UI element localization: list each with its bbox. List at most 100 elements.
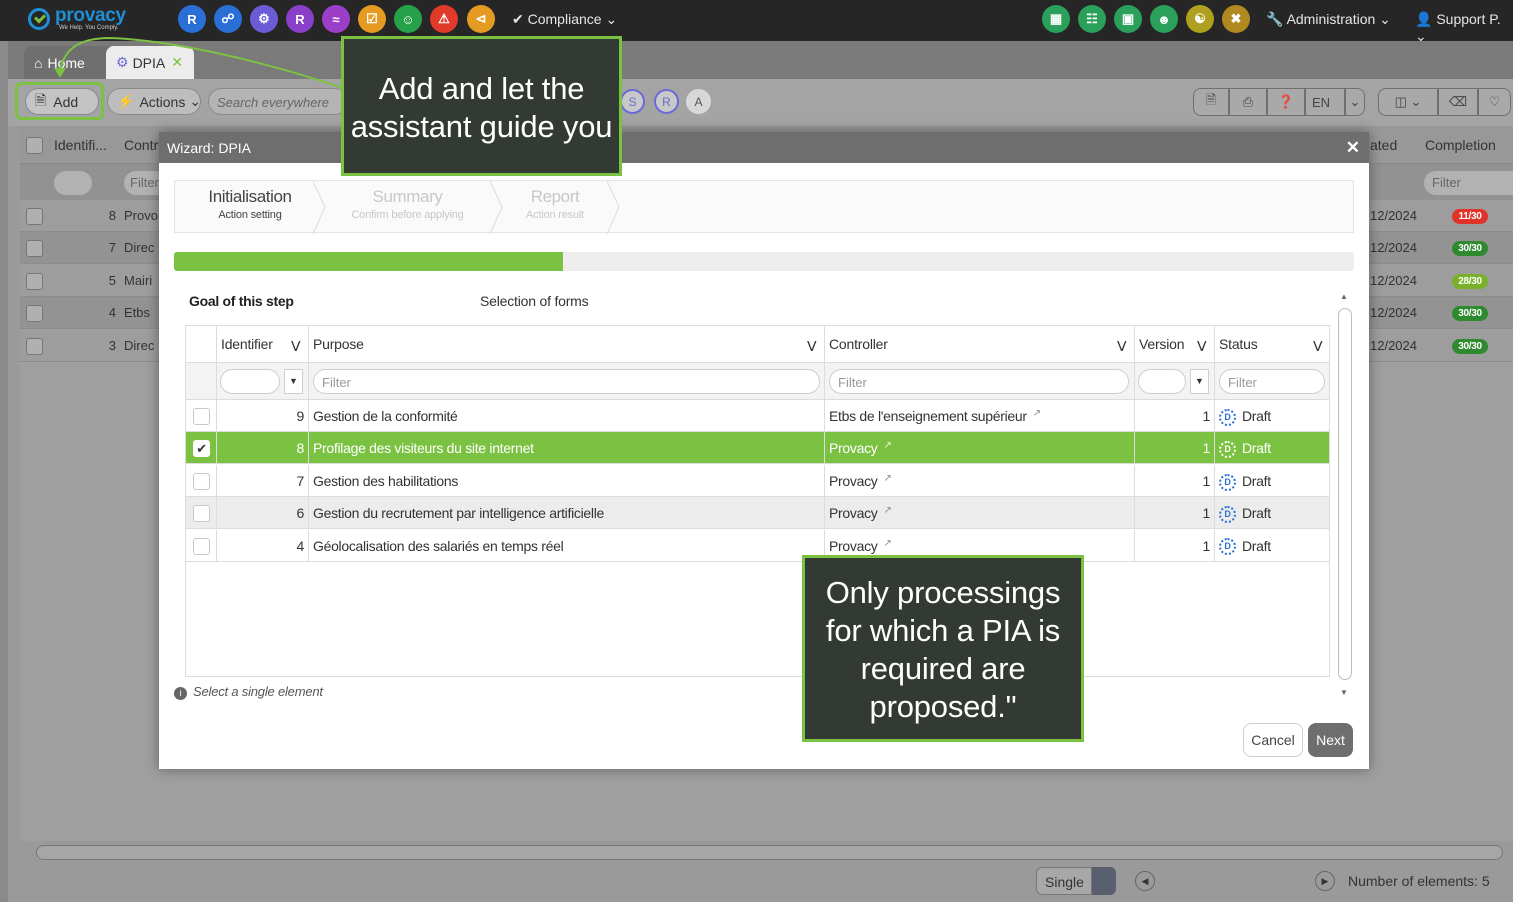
help-button[interactable]: ❓ xyxy=(1267,88,1305,116)
support-user-menu[interactable]: 👤 Support P. ⌄ xyxy=(1415,11,1513,45)
header-controller[interactable]: Contr xyxy=(124,137,158,153)
filter-circle-r[interactable]: R xyxy=(654,89,679,114)
identifier-filter-dropdown[interactable]: ▼ xyxy=(284,369,303,394)
version-filter-input[interactable] xyxy=(1138,369,1186,394)
mode-toggle[interactable] xyxy=(1092,867,1116,895)
external-link-icon[interactable]: ↗ xyxy=(883,440,891,451)
favorite-button[interactable]: ♡ xyxy=(1478,88,1511,116)
filter-icon[interactable]: ᐯ xyxy=(1117,338,1129,354)
header-completion[interactable]: Completion xyxy=(1425,137,1496,153)
org-chart-icon[interactable]: ☷ xyxy=(1078,5,1106,33)
app-icon-gear-icon[interactable]: ⚙ xyxy=(250,5,278,33)
external-link-icon[interactable]: ↗ xyxy=(883,538,891,549)
app-icon-user-icon[interactable]: ☺ xyxy=(394,5,422,33)
row-controller[interactable]: Provacy xyxy=(829,538,878,554)
app-icon-shield-icon[interactable]: ⚠ xyxy=(430,5,458,33)
tab-dpia-label: DPIA xyxy=(132,54,166,71)
filter-icon[interactable]: ᐯ xyxy=(1313,338,1325,354)
row-checkbox[interactable] xyxy=(26,337,43,355)
filter-icon[interactable]: ᐯ xyxy=(291,338,303,354)
id-filter-input[interactable] xyxy=(54,171,92,195)
people-icon[interactable]: ☯ xyxy=(1186,5,1214,33)
app-icon-letter-r[interactable]: R xyxy=(286,5,314,33)
row-checkbox[interactable] xyxy=(26,305,43,323)
building-icon[interactable]: ▦ xyxy=(1042,5,1070,33)
controller-filter-input[interactable]: Filter xyxy=(829,369,1129,394)
col-version[interactable]: Version ᐯ xyxy=(1135,326,1215,363)
header-updated[interactable]: ated xyxy=(1370,137,1397,153)
filter-circle-a[interactable]: A xyxy=(686,89,711,114)
status-filter-input[interactable]: Filter xyxy=(1219,369,1325,394)
table-row[interactable]: ✔ 8 Profilage des visiteurs du site intern… xyxy=(186,432,1329,465)
header-identifier[interactable]: Identifi... xyxy=(54,137,107,153)
row-controller[interactable]: Etbs de l'enseignement supérieur xyxy=(829,408,1027,424)
row-checkbox[interactable] xyxy=(193,408,210,425)
left-collapse-strip[interactable] xyxy=(0,41,8,902)
row-checkbox[interactable] xyxy=(26,208,43,225)
single-mode-button[interactable]: Single xyxy=(1036,867,1092,895)
horizontal-scrollbar[interactable] xyxy=(36,845,1503,860)
row-controller[interactable]: Provacy xyxy=(829,473,878,489)
app-icon-checklist-icon[interactable]: ☑ xyxy=(358,5,386,33)
row-controller[interactable]: Provacy xyxy=(829,440,878,456)
previous-page-icon[interactable]: ◀ xyxy=(1135,871,1155,891)
table-row[interactable]: 9 Gestion de la conformité Etbs de l'ensei… xyxy=(186,400,1329,432)
row-checkbox[interactable] xyxy=(26,272,43,290)
language-select[interactable]: EN xyxy=(1305,88,1345,116)
table-row[interactable]: 6 Gestion du recrutement par intelligence… xyxy=(186,497,1329,530)
scroll-thumb[interactable] xyxy=(1338,308,1352,680)
table-row[interactable]: 7 Gestion des habilitations Provacy ↗ 1 D Draf… xyxy=(186,464,1329,497)
filter-icon[interactable]: ᐯ xyxy=(1197,338,1209,354)
close-icon[interactable]: ✕ xyxy=(1346,138,1360,158)
office-icon[interactable]: ▣ xyxy=(1114,5,1142,33)
row-status-cell: D Draft xyxy=(1215,432,1329,464)
team-icon[interactable]: ☻ xyxy=(1150,5,1178,33)
completion-filter-input[interactable]: Filter xyxy=(1424,171,1513,195)
search-input[interactable]: Search everywhere xyxy=(208,88,348,115)
app-icon-share-icon[interactable]: ⊲ xyxy=(467,5,495,33)
row-checkbox[interactable] xyxy=(193,505,210,523)
close-tab-icon[interactable]: ✕ xyxy=(171,54,183,71)
row-controller[interactable]: Provacy xyxy=(829,505,878,521)
external-link-icon[interactable]: ↗ xyxy=(1033,408,1041,419)
eraser-button[interactable]: ⌫ xyxy=(1438,88,1478,116)
col-controller[interactable]: Controller ᐯ xyxy=(825,326,1135,363)
print-button[interactable]: ⎙ xyxy=(1229,88,1267,116)
export-excel-button[interactable]: 🗎 xyxy=(1193,88,1229,116)
filter-circle-s[interactable]: S xyxy=(620,89,645,114)
controller-filter-input[interactable]: Filter xyxy=(124,171,164,195)
actions-button[interactable]: ⚡ Actions ⌄ xyxy=(107,88,201,115)
app-icon-handshake-icon[interactable]: ≈ xyxy=(322,5,350,33)
external-link-icon[interactable]: ↗ xyxy=(883,505,891,516)
identifier-filter-input[interactable] xyxy=(220,369,280,394)
row-checkbox[interactable] xyxy=(193,472,210,490)
row-checkbox[interactable] xyxy=(26,240,43,258)
purpose-filter-input[interactable]: Filter xyxy=(313,369,820,394)
row-checkbox[interactable]: ✔ xyxy=(193,440,210,458)
administration-menu[interactable]: 🔧 Administration ⌄ xyxy=(1266,11,1391,28)
tools-icon[interactable]: ✖ xyxy=(1222,5,1250,33)
app-icon-letter-r[interactable]: R xyxy=(178,5,206,33)
table-row[interactable]: 4 Géolocalisation des salariés en temps r… xyxy=(186,529,1329,562)
layout-button[interactable]: ◫ ⌄ xyxy=(1378,88,1438,116)
app-icon-network-icon[interactable]: ☍ xyxy=(214,5,242,33)
col-identifier[interactable]: Identifier ᐯ xyxy=(217,326,309,363)
external-link-icon[interactable]: ↗ xyxy=(883,473,891,484)
scroll-down-icon[interactable]: ▼ xyxy=(1340,688,1348,697)
next-button[interactable]: Next xyxy=(1308,723,1353,757)
compliance-menu[interactable]: ✔ Compliance ⌄ xyxy=(512,11,617,28)
tab-dpia[interactable]: ⚙ DPIA ✕ xyxy=(106,46,194,79)
vertical-scrollbar[interactable]: ▲ ▼ xyxy=(1337,292,1353,702)
filter-icon[interactable]: ᐯ xyxy=(807,338,819,354)
row-checkbox[interactable] xyxy=(193,537,210,555)
col-purpose[interactable]: Purpose ᐯ xyxy=(309,326,825,363)
col-status[interactable]: Status ᐯ xyxy=(1215,326,1329,363)
select-all-checkbox[interactable] xyxy=(26,137,43,154)
scroll-up-icon[interactable]: ▲ xyxy=(1340,292,1348,301)
cancel-button[interactable]: Cancel xyxy=(1243,723,1303,757)
version-filter-dropdown[interactable]: ▼ xyxy=(1190,369,1209,394)
next-page-icon[interactable]: ▶ xyxy=(1315,871,1335,891)
provacy-logo[interactable]: provacy We Help. You Comply. xyxy=(28,5,138,36)
language-dropdown[interactable]: ⌄ xyxy=(1345,88,1365,116)
tab-home[interactable]: ⌂ Home xyxy=(24,46,114,79)
